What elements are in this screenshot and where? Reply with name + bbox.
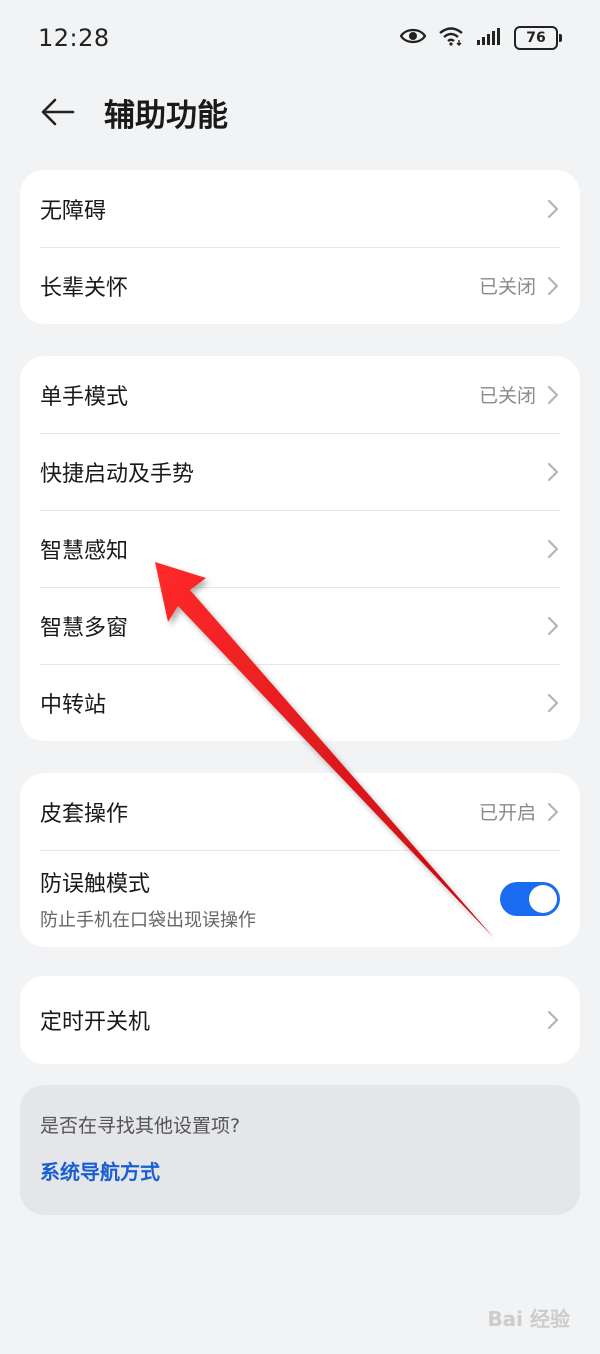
status-time: 12:28 <box>38 24 110 52</box>
row-label: 智慧感知 <box>40 538 129 564</box>
battery-icon: 76 <box>514 26 562 50</box>
suggestion-question: 是否在寻找其他设置项? <box>40 1115 241 1137</box>
page-header: 辅助功能 <box>0 78 600 148</box>
signal-icon <box>476 27 502 49</box>
row-subtitle: 防止手机在口袋出现误操作 <box>40 909 256 931</box>
settings-card-schedule: 定时开关机 <box>20 976 580 1064</box>
row-label: 快捷启动及手势 <box>40 461 195 487</box>
row-text: 防误触模式 防止手机在口袋出现误操作 <box>40 866 500 932</box>
back-button[interactable] <box>36 92 80 136</box>
row-elder-care[interactable]: 长辈关怀 已关闭 <box>20 247 580 324</box>
row-value: 已关闭 <box>478 385 536 407</box>
row-label: 皮套操作 <box>40 801 129 827</box>
chevron-right-icon <box>547 616 559 635</box>
row-one-hand-mode[interactable]: 单手模式 已关闭 <box>20 356 580 433</box>
row-scheduled-power[interactable]: 定时开关机 <box>20 976 580 1064</box>
chevron-right-icon <box>547 199 559 218</box>
row-cover-operation[interactable]: 皮套操作 已开启 <box>20 773 580 850</box>
settings-card-general: 无障碍 长辈关怀 已关闭 <box>20 170 580 324</box>
chevron-right-icon <box>547 462 559 481</box>
row-label: 智慧多窗 <box>40 615 129 641</box>
settings-card-protection: 皮套操作 已开启 防误触模式 防止手机在口袋出现误操作 <box>20 773 580 947</box>
back-arrow-icon <box>40 97 76 131</box>
page-title: 辅助功能 <box>104 98 228 134</box>
suggestion-card: 是否在寻找其他设置项? 系统导航方式 <box>20 1085 580 1215</box>
row-label: 单手模式 <box>40 384 129 410</box>
row-smart-sensing[interactable]: 智慧感知 <box>20 510 580 587</box>
row-accessibility[interactable]: 无障碍 <box>20 170 580 247</box>
row-accidental-touch: 防误触模式 防止手机在口袋出现误操作 <box>20 850 580 947</box>
row-label: 中转站 <box>40 692 107 718</box>
status-bar: 12:28 76 <box>0 0 600 76</box>
chevron-right-icon <box>547 693 559 712</box>
row-shortcuts-gestures[interactable]: 快捷启动及手势 <box>20 433 580 510</box>
row-value: 已关闭 <box>478 276 536 298</box>
row-value: 已开启 <box>478 802 536 824</box>
row-label: 无障碍 <box>40 198 107 224</box>
battery-level: 76 <box>514 26 558 50</box>
wifi-icon <box>438 26 464 50</box>
toggle-knob <box>529 884 557 913</box>
row-transit-station[interactable]: 中转站 <box>20 664 580 741</box>
row-smart-multiwindow[interactable]: 智慧多窗 <box>20 587 580 664</box>
row-label: 长辈关怀 <box>40 275 129 301</box>
accidental-touch-toggle[interactable] <box>500 881 560 916</box>
settings-card-interaction: 单手模式 已关闭 快捷启动及手势 智慧感知 智慧多窗 中转站 <box>20 356 580 741</box>
status-icons: 76 <box>399 26 562 50</box>
suggestion-link-navigation[interactable]: 系统导航方式 <box>40 1156 560 1185</box>
chevron-right-icon <box>547 539 559 558</box>
chevron-right-icon <box>547 1010 559 1030</box>
chevron-right-icon <box>547 385 559 404</box>
row-label: 定时开关机 <box>40 1010 151 1035</box>
row-label: 防误触模式 <box>40 871 151 897</box>
chevron-right-icon <box>547 802 559 821</box>
chevron-right-icon <box>547 276 559 295</box>
eye-icon <box>399 27 427 49</box>
watermark: Bai 经验 <box>487 1307 570 1331</box>
